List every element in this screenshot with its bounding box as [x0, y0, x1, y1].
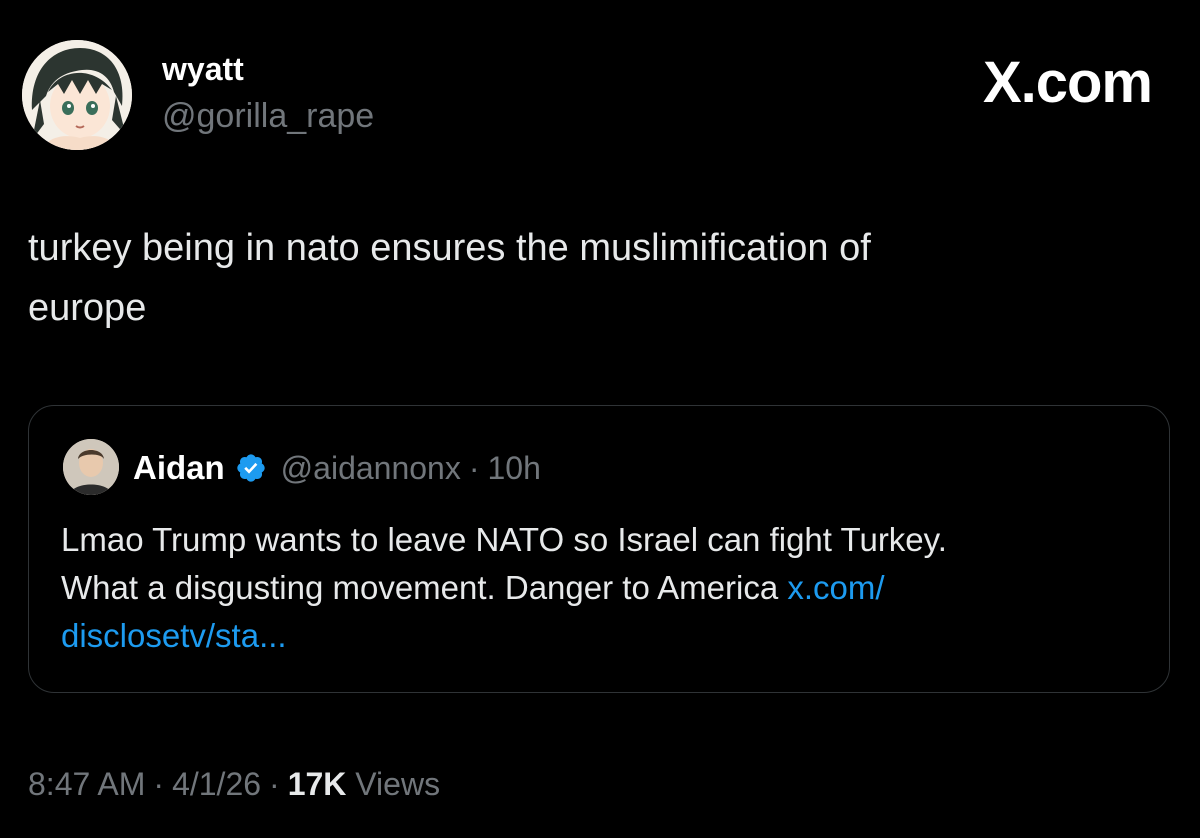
- meta-separator: ·: [269, 766, 280, 802]
- quote-text-fragment: What a disgusting movement. Danger to Am…: [61, 569, 788, 606]
- avatar-image-icon: [22, 40, 132, 150]
- post-date[interactable]: 4/1/26: [172, 766, 261, 802]
- user-avatar[interactable]: [22, 40, 132, 150]
- quote-user-avatar[interactable]: [63, 439, 119, 495]
- quote-text: Lmao Trump wants to leave NATO so Israel…: [61, 516, 1151, 660]
- quote-link[interactable]: x.com/: [787, 569, 884, 606]
- verified-badge-icon[interactable]: [235, 452, 267, 484]
- quote-text-line: What a disgusting movement. Danger to Am…: [61, 564, 1151, 612]
- x-logo-wordmark: X.com: [982, 50, 1153, 115]
- tweet-text-line: turkey being in nato ensures the muslimi…: [28, 227, 871, 269]
- tweet-card: wyatt @gorilla_rape X.com turkey being i…: [0, 0, 1200, 838]
- tweet-meta: 8:47 AM · 4/1/26 · 17K Views: [28, 762, 440, 806]
- quote-separator: ·: [468, 449, 480, 486]
- quote-text-line: Lmao Trump wants to leave NATO so Israel…: [61, 521, 947, 558]
- meta-separator: ·: [153, 766, 165, 802]
- tweet-text-line: europe: [28, 287, 147, 329]
- quote-user-name[interactable]: Aidan: [133, 449, 225, 487]
- views-label: Views: [355, 766, 441, 802]
- user-display-name[interactable]: wyatt: [162, 50, 244, 88]
- post-time[interactable]: 8:47 AM: [28, 766, 145, 802]
- quote-link-continued[interactable]: disclosetv/sta...: [61, 617, 287, 654]
- tweet-text: turkey being in nato ensures the muslimi…: [28, 218, 1168, 338]
- quote-text-line: disclosetv/sta...: [61, 612, 1151, 660]
- quote-avatar-image-icon: [63, 439, 119, 495]
- views-count[interactable]: 17K: [288, 766, 347, 802]
- quote-timestamp[interactable]: 10h: [488, 450, 541, 487]
- quote-user-handle[interactable]: @aidannonx: [281, 450, 461, 487]
- quoted-tweet[interactable]: Aidan @aidannonx · 10h Lmao Trump wants …: [28, 405, 1170, 693]
- user-handle[interactable]: @gorilla_rape: [162, 96, 374, 136]
- quote-header: Aidan @aidannonx · 10h: [133, 446, 541, 490]
